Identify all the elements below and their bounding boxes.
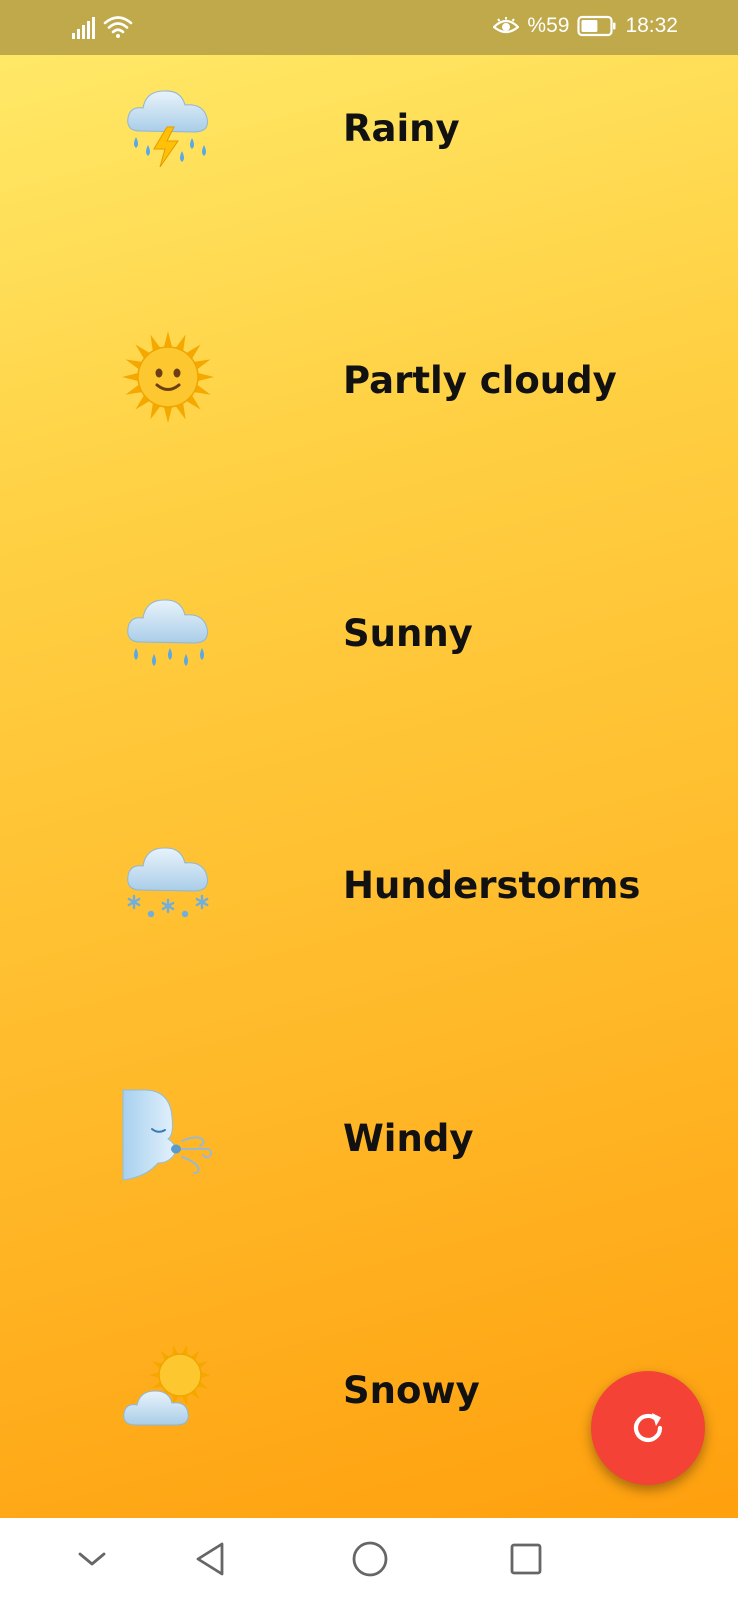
home-circle-icon [352, 1541, 388, 1577]
cloud-lightning-rain-icon [127, 90, 208, 168]
refresh-button[interactable] [591, 1371, 705, 1485]
back-triangle-icon [196, 1542, 224, 1576]
sun-with-face-icon [122, 331, 214, 423]
sun-behind-cloud-icon [123, 1344, 211, 1426]
weather-label: Hunderstorms [343, 864, 641, 907]
chevron-down-icon [78, 1552, 106, 1566]
battery-icon [577, 15, 616, 37]
weather-label: Snowy [343, 1369, 480, 1412]
weather-label: Windy [343, 1117, 474, 1160]
status-time: 18:32 [625, 14, 678, 37]
navigation-bar [0, 1518, 738, 1600]
nav-recents-button[interactable] [503, 1536, 549, 1582]
weather-label: Sunny [343, 612, 473, 655]
weather-item-partly-cloudy[interactable]: Partly cloudy [0, 307, 738, 457]
nav-home-button[interactable] [347, 1536, 393, 1582]
status-right: %59 18:32 [493, 14, 678, 38]
wifi-icon [103, 16, 133, 38]
wind-face-icon [122, 1089, 213, 1181]
weather-label: Partly cloudy [343, 359, 617, 402]
weather-list: Rainy Partly cloudy Sunny Hunderstorms W… [0, 55, 738, 1518]
weather-item-windy[interactable]: Windy [0, 1065, 738, 1215]
nav-hide-button[interactable] [69, 1536, 115, 1582]
weather-label: Rainy [343, 107, 460, 150]
status-left [72, 15, 133, 39]
weather-item-hunderstorms[interactable]: Hunderstorms [0, 812, 738, 962]
refresh-icon [633, 1413, 663, 1443]
battery-percent: %59 [527, 14, 570, 37]
weather-item-rainy[interactable]: Rainy [0, 55, 738, 205]
recents-square-icon [510, 1543, 542, 1575]
eye-comfort-icon [493, 17, 520, 34]
weather-item-sunny[interactable]: Sunny [0, 560, 738, 710]
cloud-rain-icon [127, 599, 208, 666]
signal-icon [72, 17, 95, 39]
cloud-snow-icon [127, 847, 209, 918]
nav-back-button[interactable] [187, 1536, 233, 1582]
status-bar: %59 18:32 [0, 0, 738, 55]
